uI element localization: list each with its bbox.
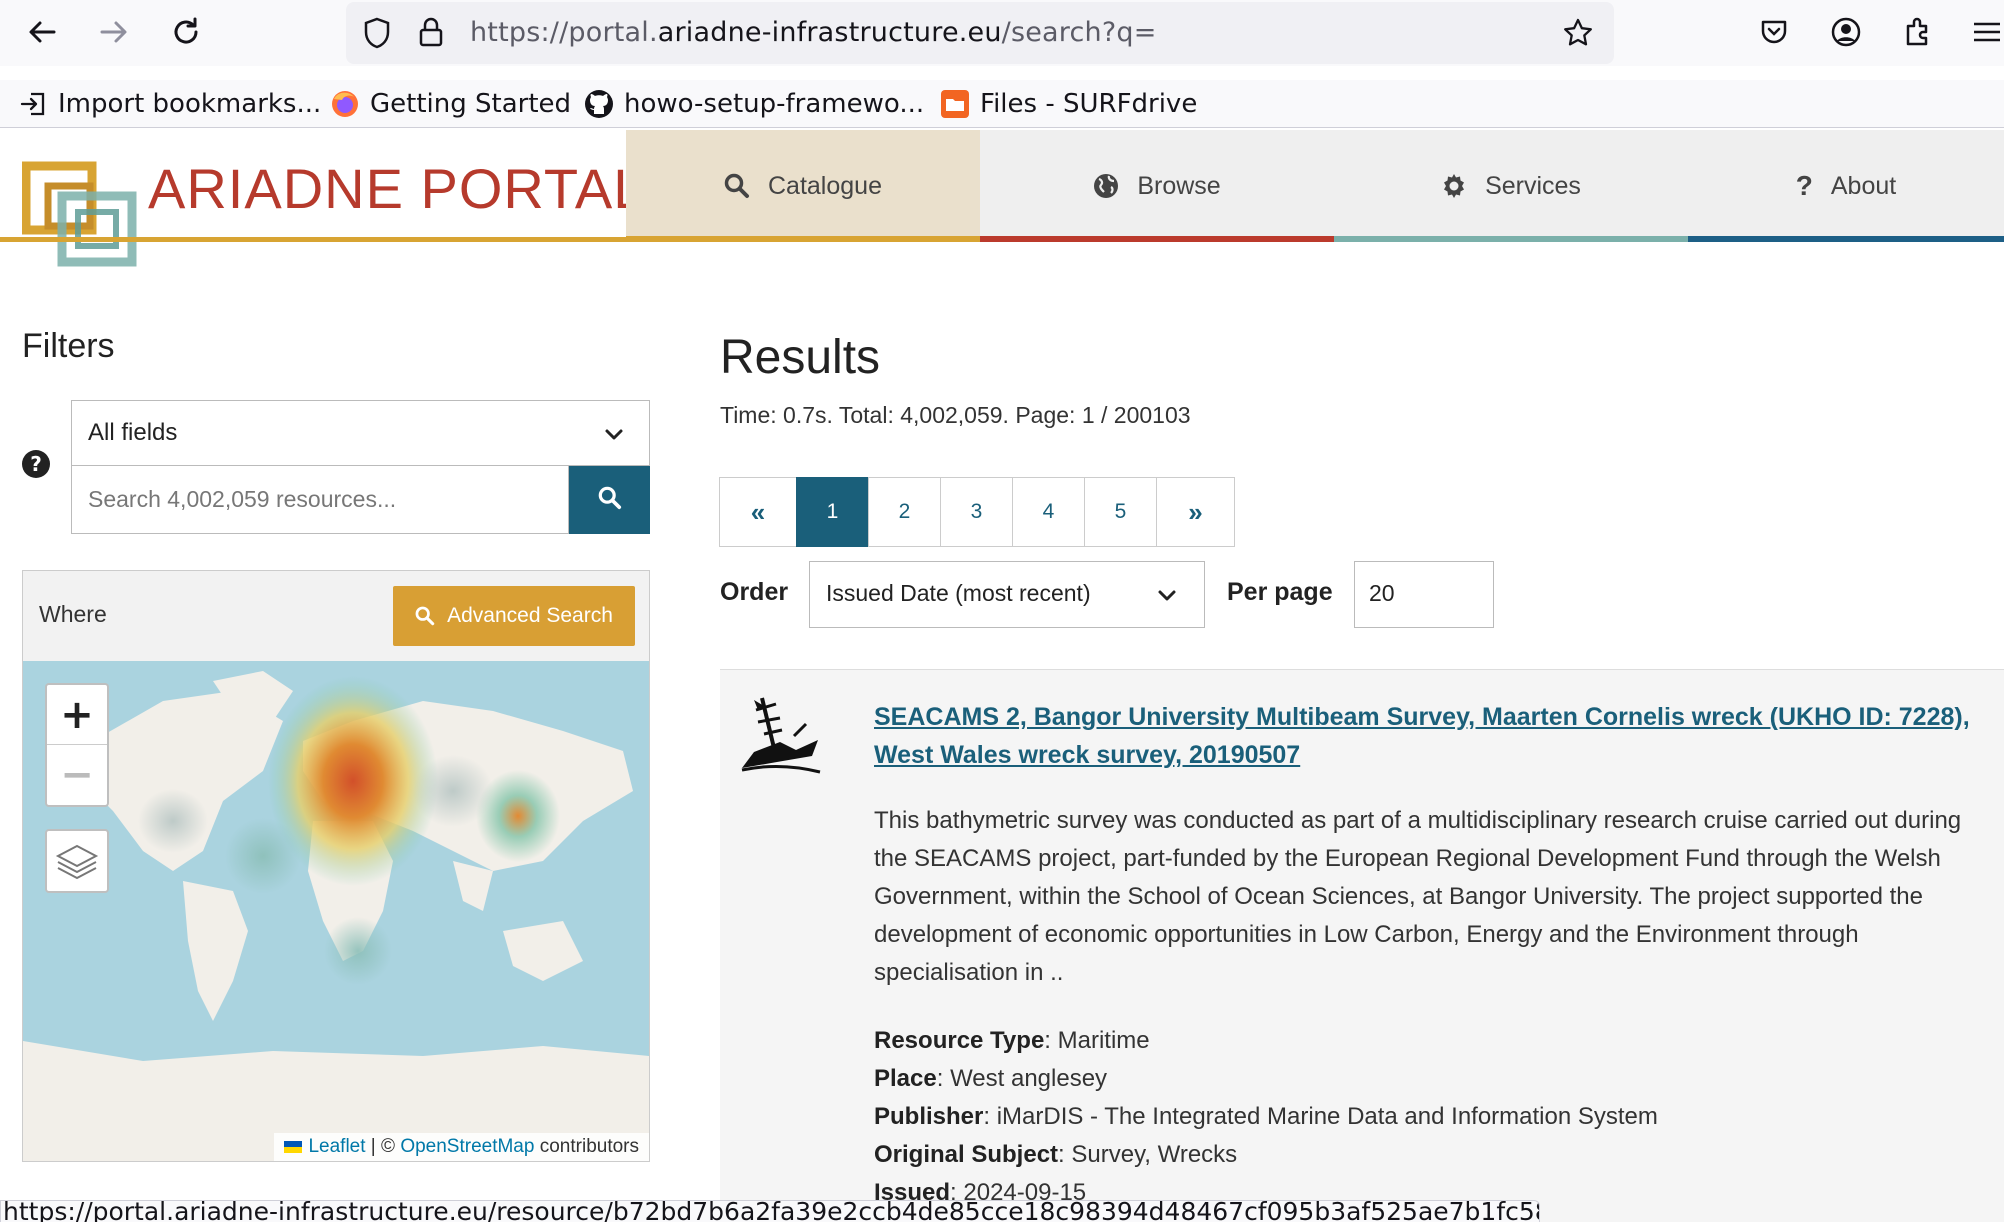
pager-page-3[interactable]: 3 [940,477,1013,547]
subject-row: Original Subject: Survey, Wrecks [874,1141,1238,1168]
order-select-value: Issued Date (most recent) [826,580,1091,606]
nav-bar-about [1688,236,2004,242]
search-icon [415,606,435,626]
github-icon [584,89,614,119]
status-url: https://portal.ariadne-infrastructure.eu… [3,1200,1540,1222]
pager-page-4[interactable]: 4 [1012,477,1085,547]
gear-icon [1441,173,1467,199]
menu-icon[interactable] [1970,12,2004,52]
firefox-icon [330,89,360,119]
nav-bar-browse [980,236,1334,242]
openstreetmap-link[interactable]: OpenStreetMap [400,1136,534,1158]
filters-heading: Filters [22,327,115,365]
search-input[interactable] [72,466,568,533]
site-title: ARIADNE PORTAL [148,157,646,220]
search-icon [724,173,750,199]
bookmark-files-surfdrive[interactable]: Files - SURFdrive [940,86,1197,122]
nav-catalogue[interactable]: Catalogue [626,130,980,242]
nav-services[interactable]: Services [1334,130,1688,242]
zoom-control: + − [45,683,109,807]
chevron-down-icon [603,423,625,449]
browser-toolbar: https://portal.ariadne-infrastructure.eu… [0,0,2004,66]
bookmark-getting-started[interactable]: Getting Started [330,86,571,122]
forward-icon[interactable] [94,12,134,52]
where-panel: Where Advanced Search + − Leaflet | © Op… [22,570,650,1162]
back-icon[interactable] [22,12,62,52]
result-metadata: Resource Type: Maritime Place: West angl… [874,1022,1994,1212]
map-attribution: Leaflet | © OpenStreetMap contributors [274,1133,649,1161]
field-select-value: All fields [88,419,178,446]
place-row: Place: West anglesey [874,1065,1108,1092]
site-header: ARIADNE PORTAL Catalogue Browse Services… [0,130,2004,267]
where-label: Where [39,601,107,627]
site-logo[interactable]: ARIADNE PORTAL [0,130,644,267]
bookmarks-bar: Import bookmarks... Getting Started howo… [0,80,2004,128]
pagination: « 1 2 3 4 5 » [719,477,1235,547]
question-icon: ? [1795,170,1813,201]
extensions-icon[interactable] [1898,12,1938,52]
leaflet-link[interactable]: Leaflet [308,1136,365,1158]
bookmark-star-icon[interactable] [1562,17,1594,53]
account-icon[interactable] [1826,12,1866,52]
zoom-in-button[interactable]: + [47,685,107,745]
map-tiles [23,671,649,1161]
nav-bar-catalogue [626,236,980,242]
ukraine-flag-icon [284,1141,303,1153]
bookmark-howo-setup[interactable]: howo-setup-framewo... [584,86,924,122]
per-page-label: Per page [1227,578,1333,606]
advanced-search-button[interactable]: Advanced Search [393,586,635,646]
nav-about[interactable]: ? About [1688,130,2004,242]
bookmark-import[interactable]: Import bookmarks... [18,86,321,122]
pocket-icon[interactable] [1754,12,1794,52]
result-description: This bathymetric survey was conducted as… [874,807,1962,986]
pager-page-2[interactable]: 2 [868,477,941,547]
search-button[interactable] [569,466,650,534]
globe-icon [1093,173,1119,199]
ariadne-logo-icon [22,161,137,267]
publisher-row: Publisher: iMarDIS - The Integrated Mari… [874,1103,1658,1130]
logo-underline [0,237,626,242]
nav-browse[interactable]: Browse [980,130,1334,242]
world-map[interactable]: + − Leaflet | © OpenStreetMap contributo… [23,661,649,1161]
order-select[interactable]: Issued Date (most recent) [809,561,1205,628]
pager-first[interactable]: « [719,477,797,547]
search-icon [598,486,622,514]
per-page-value: 20 [1369,580,1395,606]
order-label: Order [720,578,789,606]
results-summary: Time: 0.7s. Total: 4,002,059. Page: 1 / … [720,402,1191,428]
shield-icon[interactable] [362,17,392,53]
pager-page-1[interactable]: 1 [796,477,869,547]
chevron-down-icon [1156,584,1178,610]
result-item: SEACAMS 2, Bangor University Multibeam S… [720,669,2004,1222]
pager-last[interactable]: » [1156,477,1235,547]
pager-page-5[interactable]: 5 [1084,477,1157,547]
help-icon[interactable]: ? [22,450,50,478]
nav-bar-services [1334,236,1688,242]
url-text[interactable]: https://portal.ariadne-infrastructure.eu… [470,17,1157,48]
per-page-input[interactable]: 20 [1354,561,1494,628]
search-input-wrapper [71,466,569,534]
layers-icon[interactable] [45,829,109,893]
zoom-out-button[interactable]: − [47,745,107,805]
url-bar[interactable]: https://portal.ariadne-infrastructure.eu… [346,2,1614,64]
status-bar: https://portal.ariadne-infrastructure.eu… [0,1200,1540,1222]
field-select[interactable]: All fields [71,400,650,466]
lock-icon[interactable] [418,16,444,52]
import-icon [18,89,48,119]
surfdrive-icon [940,89,970,119]
shipwreck-icon [740,696,822,780]
reload-icon[interactable] [166,12,206,52]
resource-type-row: Resource Type: Maritime [874,1027,1150,1054]
result-title-link[interactable]: SEACAMS 2, Bangor University Multibeam S… [874,698,1994,774]
results-heading: Results [720,331,881,384]
